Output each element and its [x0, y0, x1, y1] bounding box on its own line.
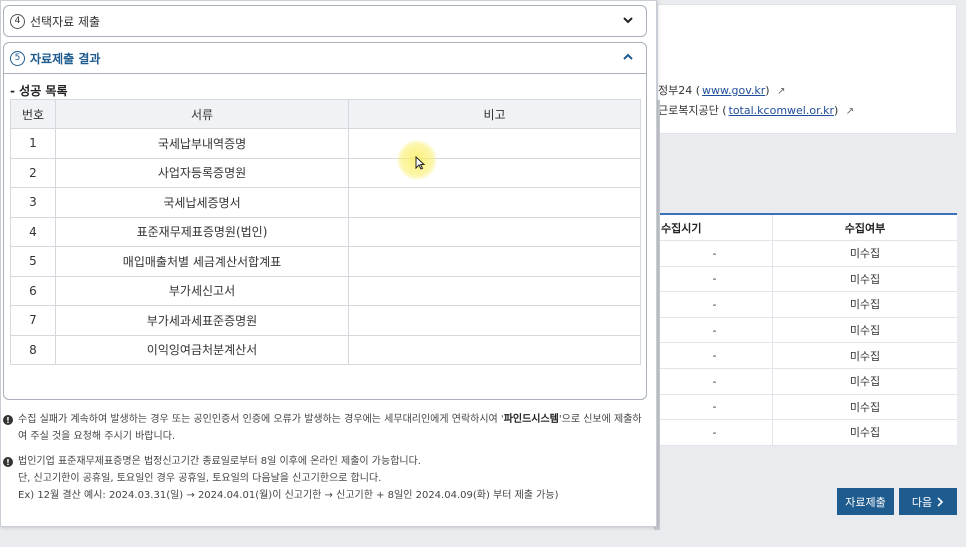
step-number-badge: 5: [10, 50, 25, 66]
table-header: 수집시기 수집여부: [657, 215, 957, 241]
accordion-step4[interactable]: 4 선택자료 제출: [3, 5, 647, 37]
table-row: 5 매입매출처별 세금계산서합계표: [10, 246, 641, 277]
table-row: - 미수집: [657, 292, 957, 318]
notice-section: ! 수집 실패가 계속하여 발생하는 경우 또는 공인인증서 인증에 오류가 발…: [3, 411, 648, 512]
table-row: - 미수집: [657, 317, 957, 344]
info-icon: !: [3, 457, 13, 467]
table-row: - 미수집: [657, 420, 957, 446]
table-row: - 미수집: [657, 266, 957, 293]
info-icon: !: [3, 415, 13, 425]
collection-status-table: 수집시기 수집여부 - 미수집 - 미수집 - 미수집 - 미수집 - 미수집 - 미수집 …: [657, 213, 957, 446]
table-row: 6 부가세신고서: [10, 275, 641, 306]
table-row: - 미수집: [657, 368, 957, 395]
chevron-down-icon[interactable]: [622, 14, 634, 26]
link-row-gov24: 정부24 (www.gov.kr) ↗: [658, 84, 786, 97]
step-number-badge: 4: [10, 13, 25, 29]
submission-panel: 4 선택자료 제출 5 자료제출 결과 - 성공 목록 번호 서류 비고 1 국…: [0, 0, 657, 527]
header-remarks: 비고: [348, 99, 641, 129]
table-header-row: 번호 서류 비고: [10, 99, 641, 129]
chevron-up-icon[interactable]: [622, 51, 634, 63]
table-row: - 미수집: [657, 241, 957, 267]
kcomwel-link[interactable]: total.kcomwel.or.kr: [729, 104, 834, 117]
notice-item: ! 법인기업 표준재무제표증명은 법정신고기간 종료일로부터 8일 이후에 온라…: [3, 453, 648, 504]
table-row: 7 부가세과세표준증명원: [10, 305, 641, 336]
external-link-icon[interactable]: ↗: [846, 106, 854, 117]
table-row: 4 표준재무제표증명원(법인): [10, 216, 641, 247]
accordion-step4-header[interactable]: 4 선택자료 제출: [4, 6, 646, 36]
success-list-label: - 성공 목록: [10, 84, 68, 98]
header-collect-status: 수집여부: [844, 221, 886, 235]
accordion-step5: 5 자료제출 결과 - 성공 목록 번호 서류 비고 1 국세납부내역증명 2 사업…: [3, 42, 647, 400]
header-collect-time: 수집시기: [657, 215, 773, 240]
table-row: 1 국세납부내역증명: [10, 128, 641, 159]
background-page: 정부24 (www.gov.kr) ↗ 근로복지공단 (total.kcomwe…: [645, 0, 966, 547]
table-row: 8 이익잉여금처분계산서: [10, 334, 641, 365]
table-row: - 미수집: [657, 394, 957, 421]
submit-data-button[interactable]: 자료제출: [837, 488, 894, 515]
gov24-link[interactable]: www.gov.kr: [702, 84, 765, 97]
action-buttons: 자료제출 다음: [837, 488, 957, 515]
header-document: 서류: [55, 99, 349, 129]
external-link-icon[interactable]: ↗: [777, 86, 785, 97]
next-button[interactable]: 다음: [899, 488, 957, 515]
header-number: 번호: [10, 99, 56, 129]
notice-item: ! 수집 실패가 계속하여 발생하는 경우 또는 공인인증서 인증에 오류가 발…: [3, 411, 648, 445]
table-row: 2 사업자등록증명원: [10, 157, 641, 188]
link-row-kcomwel: 근로복지공단 (total.kcomwel.or.kr) ↗: [658, 104, 855, 117]
table-row: - 미수집: [657, 343, 957, 369]
chevron-right-icon: [937, 496, 944, 507]
accordion-step5-title: 자료제출 결과: [30, 51, 101, 66]
table-row: 3 국세납세증명서: [10, 187, 641, 218]
success-list-table: 번호 서류 비고 1 국세납부내역증명 2 사업자등록증명원 3 국세납세증명서 4표…: [10, 99, 641, 365]
accordion-step4-title: 선택자료 제출: [30, 14, 101, 29]
cursor-icon: [415, 156, 425, 170]
results-body: - 성공 목록 번호 서류 비고 1 국세납부내역증명 2 사업자등록증명원 3 국세…: [4, 73, 646, 399]
accordion-step5-header[interactable]: 5 자료제출 결과: [4, 43, 646, 73]
links-card: 정부24 (www.gov.kr) ↗ 근로복지공단 (total.kcomwe…: [657, 4, 957, 134]
